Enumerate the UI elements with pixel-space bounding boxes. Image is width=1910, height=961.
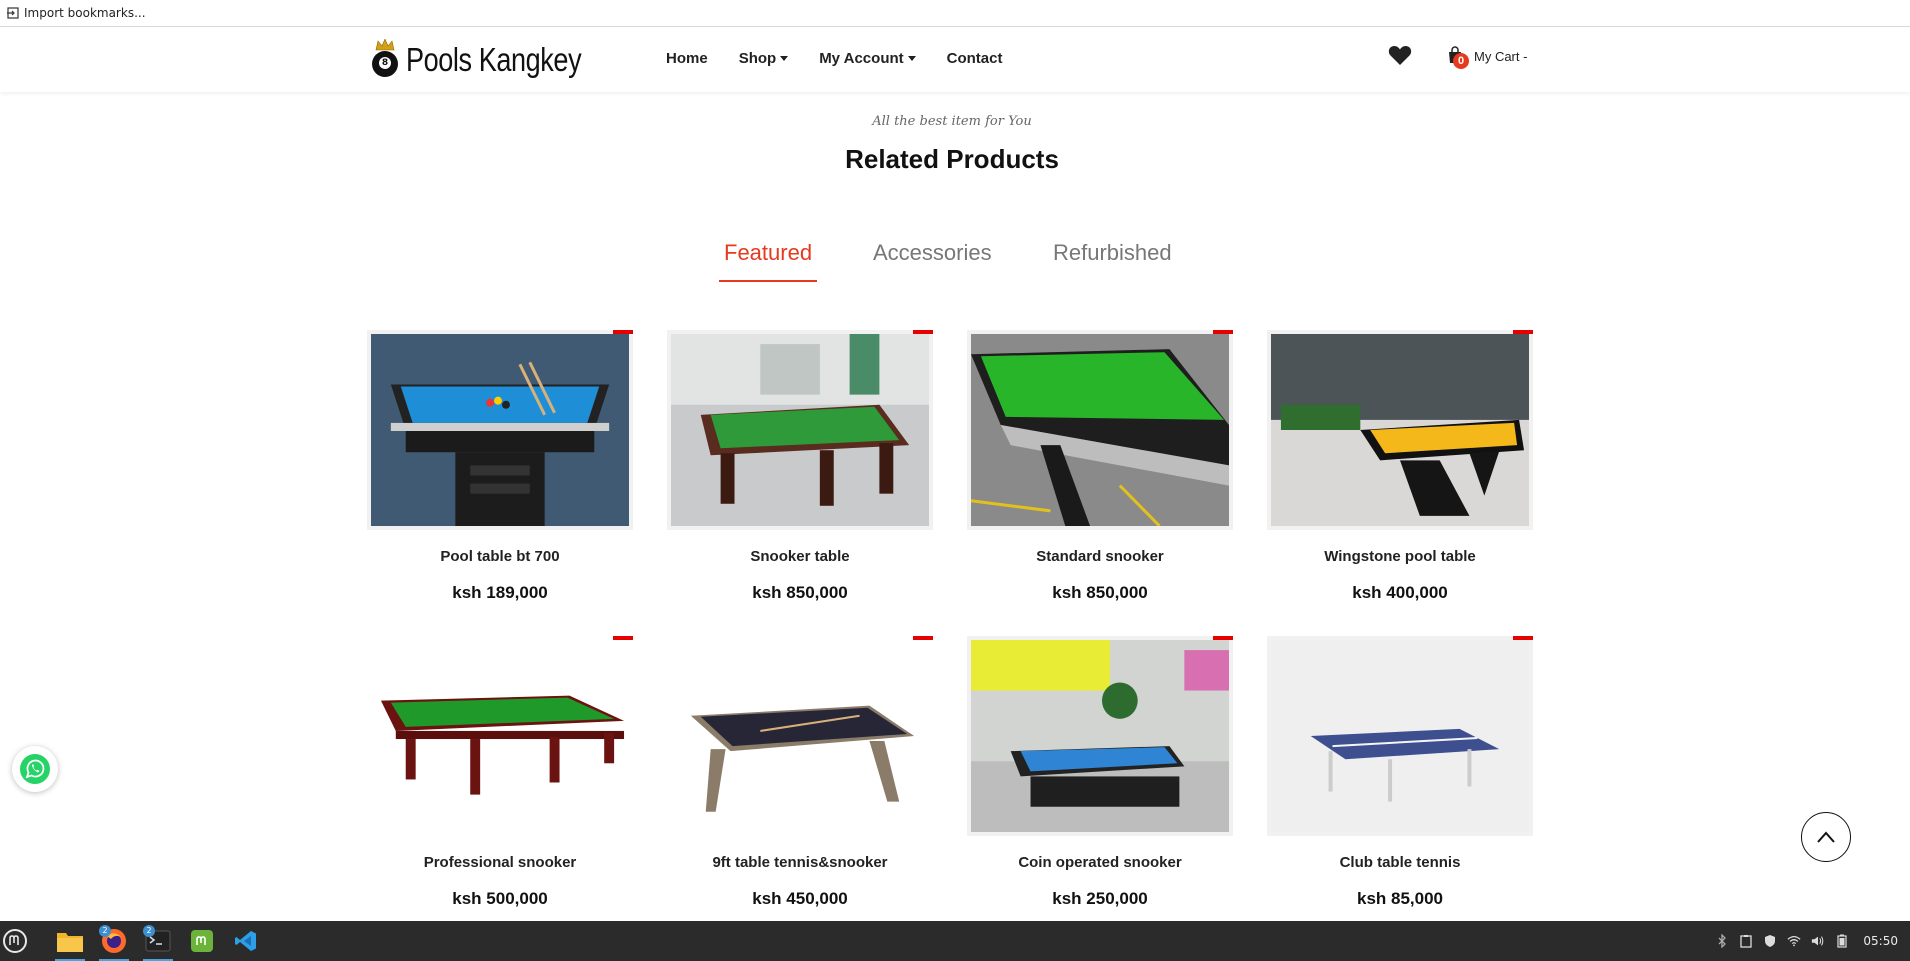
- import-icon: [6, 6, 20, 20]
- nav-home-label: Home: [666, 50, 708, 67]
- whatsapp-icon: [20, 754, 50, 784]
- tab-featured-label: Featured: [724, 240, 813, 265]
- product-tabs: Featured Accessories Refurbished: [0, 240, 1910, 284]
- nav-contact[interactable]: Contact: [947, 50, 1003, 67]
- nav-shop[interactable]: Shop: [739, 50, 789, 67]
- tab-refurbished[interactable]: Refurbished: [1053, 240, 1172, 280]
- product-price: ksh 500,000: [452, 889, 548, 908]
- firefox-icon[interactable]: 2: [99, 925, 129, 961]
- scroll-to-top-button[interactable]: [1801, 812, 1851, 862]
- logo-ball-number: 8: [379, 57, 391, 69]
- tab-refurbished-label: Refurbished: [1053, 240, 1172, 265]
- bookmarks-toolbar: Import bookmarks...: [0, 0, 1910, 27]
- product-name[interactable]: Standard snooker: [967, 548, 1233, 565]
- eight-ball-logo-icon: 8: [372, 39, 398, 77]
- product-image[interactable]: [367, 636, 633, 836]
- product-card[interactable]: Pool table bt 700 ksh 189,000: [367, 330, 633, 603]
- vscode-icon[interactable]: [231, 927, 261, 955]
- product-card[interactable]: Standard snooker ksh 850,000: [967, 330, 1233, 603]
- clipboard-icon[interactable]: [1739, 934, 1753, 948]
- product-price: ksh 250,000: [1052, 889, 1148, 908]
- nav-my-account-label: My Account: [819, 50, 904, 67]
- battery-icon[interactable]: [1835, 934, 1849, 948]
- product-price: ksh 400,000: [1352, 583, 1448, 602]
- sale-badge: [1213, 636, 1233, 640]
- site-logo[interactable]: 8 Pools Kangkey: [372, 38, 620, 82]
- section-subtitle: All the best item for You: [872, 114, 1032, 129]
- product-name[interactable]: Club table tennis: [1267, 854, 1533, 871]
- cart-button[interactable]: 0 My Cart -: [1446, 46, 1528, 69]
- product-name[interactable]: Wingstone pool table: [1267, 548, 1533, 565]
- product-image[interactable]: [1267, 330, 1533, 530]
- section-title: Related Products: [845, 144, 1059, 174]
- nav-my-account[interactable]: My Account: [819, 50, 916, 67]
- product-price: ksh 450,000: [752, 889, 848, 908]
- caret-down-icon: [907, 56, 916, 61]
- product-name[interactable]: Pool table bt 700: [367, 548, 633, 565]
- product-name[interactable]: Snooker table: [667, 548, 933, 565]
- shopping-bag-icon: 0: [1446, 46, 1469, 69]
- system-tray: 05:50: [1715, 921, 1910, 961]
- mint-menu-icon[interactable]: [0, 927, 30, 955]
- sale-badge: [913, 330, 933, 334]
- product-card[interactable]: Wingstone pool table ksh 400,000: [1267, 330, 1533, 603]
- product-card[interactable]: Professional snooker ksh 500,000: [367, 636, 633, 909]
- whatsapp-chat-button[interactable]: [12, 746, 58, 792]
- product-name[interactable]: 9ft table tennis&snooker: [667, 854, 933, 871]
- tab-accessories[interactable]: Accessories: [873, 240, 992, 280]
- os-taskbar: 2 2 05:50: [0, 921, 1910, 961]
- product-image[interactable]: [1267, 636, 1533, 836]
- product-price: ksh 850,000: [752, 583, 848, 602]
- nav-contact-label: Contact: [946, 50, 1003, 67]
- sale-badge: [913, 636, 933, 640]
- clock[interactable]: 05:50: [1863, 934, 1898, 948]
- product-price: ksh 189,000: [452, 583, 548, 602]
- mint-update-icon[interactable]: [187, 927, 217, 955]
- product-image[interactable]: [367, 330, 633, 530]
- sale-badge: [613, 330, 633, 334]
- tab-featured[interactable]: Featured: [719, 240, 818, 282]
- shield-icon[interactable]: [1763, 934, 1777, 948]
- product-card[interactable]: Coin operated snooker ksh 250,000: [967, 636, 1233, 909]
- product-price: ksh 85,000: [1356, 889, 1443, 908]
- terminal-icon[interactable]: 2: [143, 925, 173, 961]
- import-bookmarks-link[interactable]: Import bookmarks...: [24, 6, 146, 20]
- site-header: 8 Pools Kangkey Home Shop My Account Con…: [0, 28, 1910, 92]
- product-image[interactable]: [967, 330, 1233, 530]
- cart-label: My Cart -: [1474, 48, 1528, 64]
- sale-badge: [613, 636, 633, 640]
- nav-home[interactable]: Home: [666, 50, 708, 67]
- bluetooth-icon[interactable]: [1715, 934, 1729, 948]
- product-name[interactable]: Professional snooker: [367, 854, 633, 871]
- main-nav: Home Shop My Account Contact: [666, 50, 1033, 67]
- sale-badge: [1513, 330, 1533, 334]
- caret-down-icon: [780, 56, 789, 61]
- volume-icon[interactable]: [1811, 934, 1825, 948]
- product-name[interactable]: Coin operated snooker: [967, 854, 1233, 871]
- sale-badge: [1213, 330, 1233, 334]
- notification-badge: 2: [99, 925, 111, 937]
- tab-accessories-label: Accessories: [873, 240, 992, 265]
- chevron-up-icon: [1817, 831, 1835, 843]
- product-card[interactable]: 9ft table tennis&snooker ksh 450,000: [667, 636, 933, 909]
- logo-text: Pools Kangkey: [406, 41, 582, 78]
- cart-count-badge: 0: [1453, 53, 1469, 69]
- product-image[interactable]: [667, 636, 933, 836]
- nav-shop-label: Shop: [738, 50, 777, 67]
- product-card[interactable]: Club table tennis ksh 85,000: [1267, 636, 1533, 909]
- wifi-icon[interactable]: [1787, 934, 1801, 948]
- files-icon[interactable]: [55, 927, 85, 961]
- wishlist-heart-icon[interactable]: [1388, 44, 1412, 66]
- sale-badge: [1513, 636, 1533, 640]
- product-image[interactable]: [967, 636, 1233, 836]
- notification-badge: 2: [143, 925, 155, 937]
- product-price: ksh 850,000: [1052, 583, 1148, 602]
- product-image[interactable]: [667, 330, 933, 530]
- product-card[interactable]: Snooker table ksh 850,000: [667, 330, 933, 603]
